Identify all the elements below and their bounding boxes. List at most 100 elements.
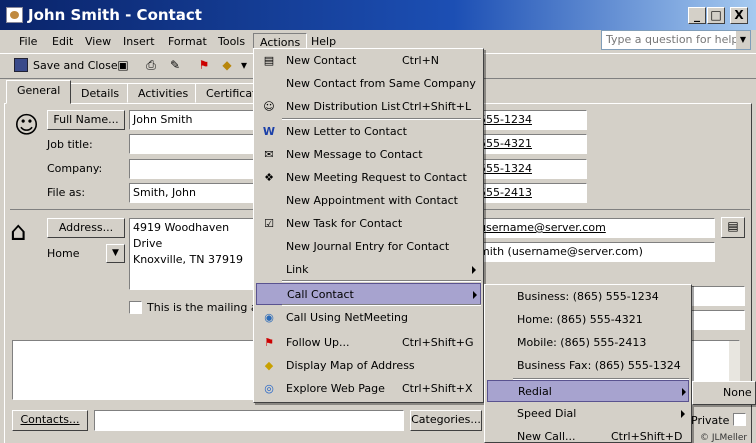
actions-menu-item[interactable]: Link xyxy=(256,259,481,281)
menu-item-label: New Appointment with Contact xyxy=(286,194,458,207)
address-field[interactable]: 4919 Woodhaven Drive Knoxville, TN 37919 xyxy=(129,218,255,290)
tab-activities[interactable]: Activities xyxy=(127,83,200,103)
minimize-button[interactable]: _ xyxy=(688,7,706,24)
address-book-icon[interactable]: ▤ xyxy=(721,217,745,238)
menu-item-shortcut: Ctrl+Shift+X xyxy=(402,382,473,395)
submenu-arrow-icon xyxy=(682,388,686,396)
menu-format[interactable]: Format xyxy=(162,33,213,50)
window-title: John Smith - Contact xyxy=(28,6,202,24)
watermark: © JLMeller xyxy=(700,433,748,443)
menu-separator xyxy=(513,378,689,380)
person-icon: ☺ xyxy=(14,111,40,139)
meeting-icon: ❖ xyxy=(264,171,274,184)
map-icon[interactable]: ◆ xyxy=(219,57,235,73)
actions-menu-item[interactable]: ▤ New Contact Ctrl+N xyxy=(256,50,481,72)
actions-menu: ▤ New Contact Ctrl+N New Contact from Same … xyxy=(253,48,484,403)
actions-menu-item[interactable]: New Appointment with Contact xyxy=(256,190,481,212)
actions-menu-item[interactable]: ☑ New Task for Contact xyxy=(256,213,481,235)
actions-menu-item[interactable]: W New Letter to Contact xyxy=(256,121,481,143)
call-submenu-item[interactable]: New Call... Ctrl+Shift+D xyxy=(487,426,689,443)
print-icon[interactable]: ⎙ xyxy=(143,57,159,73)
maximize-button[interactable]: □ xyxy=(707,7,725,24)
help-search-input[interactable]: Type a question for help xyxy=(601,30,751,50)
house-icon: ⌂ xyxy=(10,217,27,247)
email-field[interactable]: username@server.com xyxy=(475,218,715,238)
call-submenu-item[interactable]: Business Fax: (865) 555-1324 xyxy=(487,355,689,377)
actions-menu-item[interactable]: ☺ New Distribution List Ctrl+Shift+L xyxy=(256,96,481,118)
company-field[interactable] xyxy=(129,159,255,179)
menu-item-label: New Distribution List xyxy=(286,100,401,113)
close-button[interactable]: X xyxy=(730,7,748,24)
task-icon: ☑ xyxy=(264,217,274,230)
phone-mobile-field[interactable]: 555-2413 xyxy=(475,183,587,203)
actions-menu-item[interactable]: ◉ Call Using NetMeeting xyxy=(256,307,481,329)
redial-none-item[interactable]: None xyxy=(723,382,752,404)
actions-menu-item[interactable]: New Journal Entry for Contact xyxy=(256,236,481,258)
menu-item-shortcut: Ctrl+N xyxy=(402,54,440,67)
full-name-button[interactable]: Full Name... xyxy=(47,110,125,130)
menu-item-label: Link xyxy=(286,263,309,276)
private-checkbox[interactable] xyxy=(733,413,746,426)
contact-app-icon[interactable] xyxy=(6,7,23,23)
mailing-address-label: This is the mailing addr xyxy=(147,301,255,314)
menu-item-label: New Journal Entry for Contact xyxy=(286,240,450,253)
call-submenu-item[interactable]: Home: (865) 555-4321 xyxy=(487,309,689,331)
display-as-field[interactable]: mith (username@server.com) xyxy=(475,242,715,262)
menu-item-shortcut: Ctrl+Shift+D xyxy=(611,430,683,443)
menu-tools[interactable]: Tools xyxy=(212,33,251,50)
job-title-field[interactable] xyxy=(129,134,255,154)
address-line-1: 4919 Woodhaven Drive xyxy=(133,221,230,250)
im-address-field[interactable] xyxy=(690,310,745,330)
menu-item-label: Home: (865) 555-4321 xyxy=(517,313,643,326)
actions-menu-item[interactable]: ❖ New Meeting Request to Contact xyxy=(256,167,481,189)
address-line-2: Knoxville, TN 37919 xyxy=(133,253,243,266)
menu-item-label: Business: (865) 555-1234 xyxy=(517,290,659,303)
actions-menu-item[interactable]: New Contact from Same Company xyxy=(256,73,481,95)
flag-icon[interactable]: ⚑ xyxy=(196,57,212,73)
dropdown-icon[interactable]: ▾ xyxy=(236,57,252,73)
file-as-field[interactable]: Smith, John xyxy=(129,183,255,203)
attach-icon[interactable]: ✎ xyxy=(167,57,183,73)
actions-menu-item[interactable]: Call Contact xyxy=(256,283,481,305)
full-name-field[interactable]: John Smith xyxy=(129,110,255,130)
phone-business-field[interactable]: 555-1234 xyxy=(475,110,587,130)
menu-item-shortcut: Ctrl+Shift+G xyxy=(402,336,474,349)
menu-item-label: New Contact from Same Company xyxy=(286,77,476,90)
save-and-close-button[interactable]: Save and Close xyxy=(33,57,118,75)
mailing-address-checkbox[interactable] xyxy=(129,301,142,314)
tab-general[interactable]: General xyxy=(6,80,72,104)
call-contact-submenu: Business: (865) 555-1234 Home: (865) 555-… xyxy=(484,284,692,443)
save-icon[interactable]: ▣ xyxy=(115,57,131,73)
redial-submenu: None xyxy=(692,381,756,405)
menu-view[interactable]: View xyxy=(79,33,117,50)
menu-file[interactable]: File xyxy=(13,33,43,50)
tab-details[interactable]: Details xyxy=(70,83,131,103)
phone-home-field[interactable]: 555-4321 xyxy=(475,134,587,154)
phone-fax-field[interactable]: 555-1324 xyxy=(475,159,587,179)
actions-menu-item[interactable]: ⚑ Follow Up... Ctrl+Shift+G xyxy=(256,332,481,354)
help-dropdown-icon[interactable]: ▼ xyxy=(736,31,750,49)
menu-insert[interactable]: Insert xyxy=(117,33,161,50)
contacts-button[interactable]: Contacts... xyxy=(12,410,88,431)
menu-edit[interactable]: Edit xyxy=(46,33,79,50)
call-submenu-item[interactable]: Speed Dial xyxy=(487,403,689,425)
actions-menu-item[interactable]: ◆ Display Map of Address xyxy=(256,355,481,377)
address-button[interactable]: Address... xyxy=(47,218,125,238)
menu-item-label: Follow Up... xyxy=(286,336,350,349)
actions-menu-item[interactable]: ✉ New Message to Contact xyxy=(256,144,481,166)
web-page-field[interactable] xyxy=(690,286,745,306)
menu-item-label: Speed Dial xyxy=(517,407,577,420)
call-submenu-item[interactable]: Mobile: (865) 555-2413 xyxy=(487,332,689,354)
menu-item-label: New Call... xyxy=(517,430,576,443)
word-icon: W xyxy=(262,125,276,138)
categories-button[interactable]: Categories... xyxy=(410,410,482,431)
actions-menu-item[interactable]: ◎ Explore Web Page Ctrl+Shift+X xyxy=(256,378,481,400)
menu-item-label: Call Contact xyxy=(287,288,354,301)
call-submenu-item[interactable]: Business: (865) 555-1234 xyxy=(487,286,689,308)
contact-card-icon: ▤ xyxy=(263,54,275,67)
contacts-field[interactable] xyxy=(94,410,404,431)
menu-separator xyxy=(282,280,481,282)
address-type-dropdown[interactable]: ▼ xyxy=(106,244,125,263)
web-page-icon: ◎ xyxy=(264,382,274,395)
call-submenu-item[interactable]: Redial xyxy=(487,380,689,402)
